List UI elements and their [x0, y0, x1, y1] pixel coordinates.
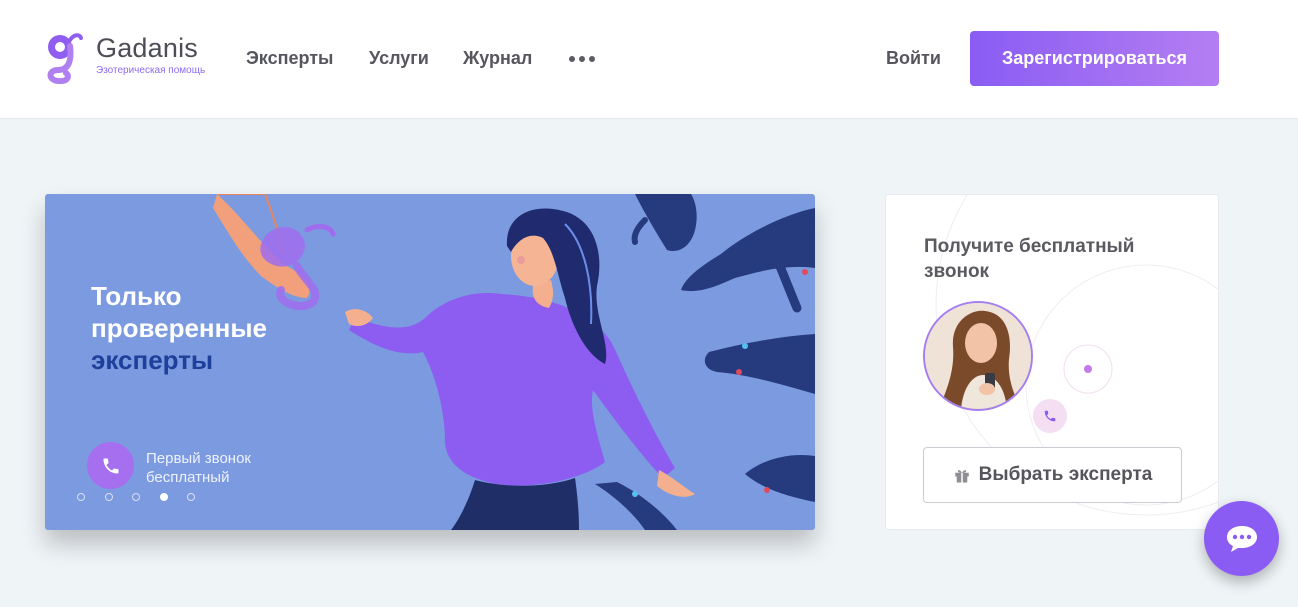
more-dots-icon[interactable] — [567, 55, 599, 65]
nav-experts[interactable]: Эксперты — [246, 48, 333, 69]
slider-dot[interactable] — [132, 493, 140, 501]
choose-expert-label: Выбрать эксперта — [978, 464, 1153, 485]
logo[interactable]: Gadanis Эзотерическая помощь — [44, 30, 214, 84]
logo-icon — [47, 33, 83, 84]
expert-avatar — [923, 301, 1033, 411]
nav-journal[interactable]: Журнал — [463, 48, 532, 69]
free-call-title: Получите бесплатный звонок — [924, 236, 1135, 282]
banner-title-accent: эксперты — [91, 345, 214, 375]
phone-icon — [87, 442, 134, 489]
banner-title: Только проверенные — [91, 281, 267, 343]
gift-icon — [954, 470, 969, 483]
login-link[interactable]: Войти — [886, 48, 941, 69]
slider-dot[interactable] — [105, 493, 113, 501]
slider-dot[interactable] — [77, 493, 85, 501]
choose-expert-button[interactable]: Выбрать эксперта — [923, 447, 1182, 503]
chat-button[interactable] — [1204, 501, 1279, 576]
slider-dot-active[interactable] — [160, 493, 168, 501]
promo-banner[interactable]: Только проверенные эксперты Первый звоно… — [45, 194, 815, 530]
free-call-card: Получите бесплатный звонок Выбрать экспе… — [885, 194, 1219, 530]
logo-name: Gadanis — [96, 33, 198, 63]
register-button[interactable]: Зарегистрироваться — [970, 31, 1219, 86]
phone-icon — [1033, 399, 1067, 433]
nav-services[interactable]: Услуги — [369, 48, 429, 69]
site-header: Gadanis Эзотерическая помощь Эксперты Ус… — [0, 0, 1298, 119]
banner-call-text: Первый звонок бесплатный — [146, 450, 251, 486]
logo-tagline: Эзотерическая помощь — [96, 65, 206, 76]
slider-dot[interactable] — [187, 493, 195, 501]
chat-bubble-icon — [1226, 525, 1257, 552]
slider-dots — [77, 493, 201, 503]
